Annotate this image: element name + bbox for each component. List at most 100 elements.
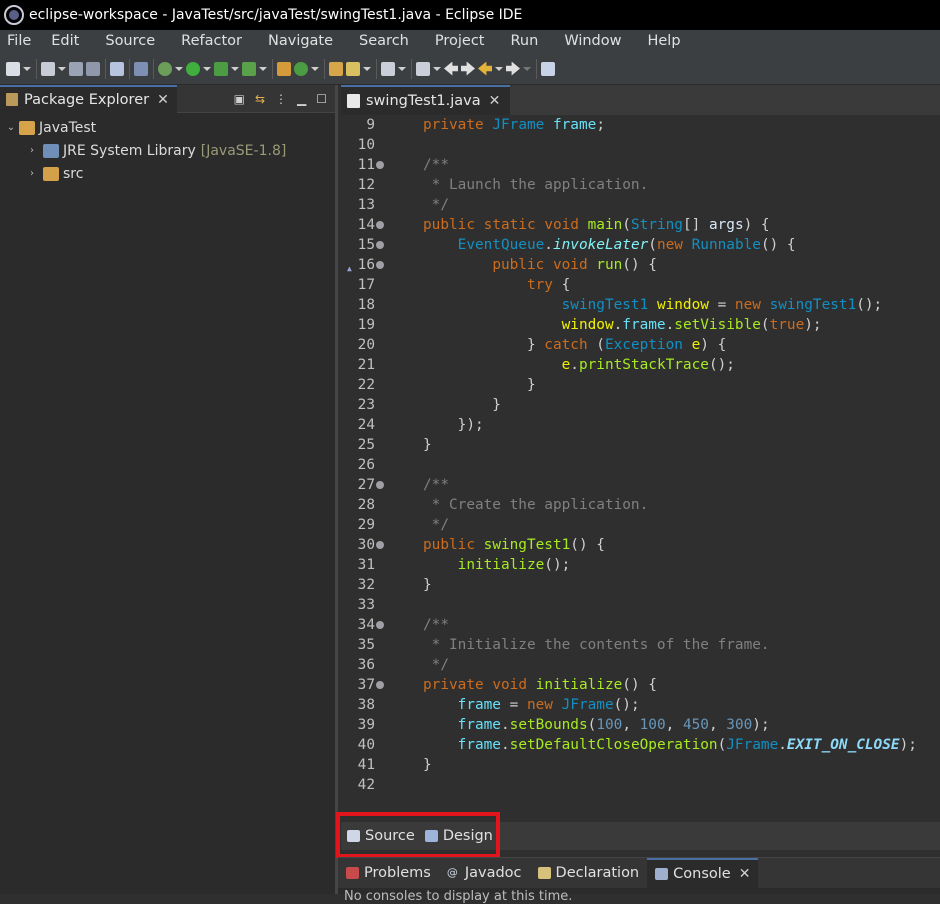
declaration-tab-label: Declaration <box>555 865 640 881</box>
link-with-editor-icon[interactable]: ⇆ <box>255 92 265 106</box>
code-line: 12 * Launch the application. <box>341 175 940 195</box>
minimize-icon[interactable]: ▁ <box>297 92 306 106</box>
fold-toggle-icon[interactable] <box>376 261 384 269</box>
tree-item-jre-library[interactable]: › JRE System Library [JavaSE-1.8] <box>0 139 335 162</box>
menu-run[interactable]: Run <box>503 30 549 53</box>
skip-breakpoints-icon[interactable] <box>134 58 148 80</box>
nav-forward-icon[interactable] <box>506 58 531 80</box>
maximize-icon[interactable]: ☐ <box>316 92 327 106</box>
fold-toggle-icon[interactable] <box>376 481 384 489</box>
package-explorer-tabbar: Package Explorer ✕ ▣ ⇆ ⋮ ▁ ☐ <box>0 84 335 113</box>
close-icon[interactable]: ✕ <box>157 92 169 108</box>
menu-project[interactable]: Project <box>427 30 495 53</box>
source-folder-icon <box>43 166 59 181</box>
menu-file[interactable]: File <box>0 30 41 53</box>
code-line: 36 */ <box>341 655 940 675</box>
console-tab-label: Console <box>673 866 731 882</box>
new-icon[interactable] <box>6 58 31 80</box>
code-line: 16 ▲ public void run() { <box>341 255 940 275</box>
code-line: 35 * Initialize the contents of the fram… <box>341 635 940 655</box>
fold-toggle-icon[interactable] <box>376 621 384 629</box>
line-number: 37 <box>357 677 375 693</box>
next-annotation-icon[interactable] <box>381 58 406 80</box>
editor-tabbar: swingTest1.java ✕ <box>341 85 940 115</box>
line-source: public swingTest1() { <box>423 537 605 553</box>
code-area[interactable]: 9 private JFrame frame; 10 11 /** 12 * Launch… <box>341 115 940 822</box>
code-line: 40 frame.setDefaultCloseOperation(JFrame… <box>341 735 940 755</box>
package-explorer-view: Package Explorer ✕ ▣ ⇆ ⋮ ▁ ☐ ⌄ JavaTest … <box>0 84 338 894</box>
line-source: * Create the application. <box>423 497 649 513</box>
save-all-icon[interactable] <box>86 58 100 80</box>
code-line: 22 } <box>341 375 940 395</box>
open-perspective-icon[interactable] <box>541 58 555 80</box>
menu-navigate[interactable]: Navigate <box>260 30 343 53</box>
line-number: 9 <box>366 117 375 133</box>
fold-toggle-icon[interactable] <box>376 161 384 169</box>
coverage-icon[interactable] <box>214 58 239 80</box>
fold-toggle-icon[interactable] <box>376 541 384 549</box>
code-line: 38 frame = new JFrame(); <box>341 695 940 715</box>
menu-refactor[interactable]: Refactor <box>173 30 252 53</box>
code-line: 39 frame.setBounds(100, 100, 450, 300); <box>341 715 940 735</box>
tree-item-label: src <box>63 165 84 182</box>
line-source: frame.setDefaultCloseOperation(JFrame.EX… <box>457 737 917 753</box>
external-tools-icon[interactable] <box>242 58 267 80</box>
search-icon[interactable] <box>346 58 371 80</box>
line-number: 35 <box>357 637 375 653</box>
menu-window[interactable]: Window <box>556 30 631 53</box>
design-icon <box>424 830 438 842</box>
line-number: 36 <box>357 657 375 673</box>
new-window-icon[interactable] <box>41 58 66 80</box>
fold-toggle-icon[interactable] <box>376 681 384 689</box>
new-class-icon[interactable] <box>294 58 319 80</box>
close-icon[interactable]: ✕ <box>489 93 501 109</box>
code-line: 26 <box>341 455 940 475</box>
line-source: * Launch the application. <box>423 177 649 193</box>
forward-icon[interactable] <box>461 58 475 80</box>
back-icon[interactable] <box>444 58 458 80</box>
fold-toggle-icon[interactable] <box>376 241 384 249</box>
tab-package-explorer[interactable]: Package Explorer ✕ <box>0 84 177 113</box>
menu-search[interactable]: Search <box>351 30 419 53</box>
menu-source[interactable]: Source <box>97 30 165 53</box>
tab-swingtest1-java[interactable]: swingTest1.java ✕ <box>341 85 511 115</box>
fold-toggle-icon[interactable] <box>376 221 384 229</box>
run-icon[interactable] <box>186 58 211 80</box>
last-edit-icon[interactable] <box>416 58 441 80</box>
nav-back-icon[interactable] <box>478 58 503 80</box>
line-number: 17 <box>357 277 375 293</box>
line-number: 33 <box>357 597 375 613</box>
chevron-down-icon[interactable]: ⌄ <box>3 122 19 133</box>
line-source: */ <box>423 197 449 213</box>
tree-item-javatest[interactable]: ⌄ JavaTest <box>0 116 335 139</box>
tab-source[interactable]: Source <box>347 828 415 844</box>
line-number: 25 <box>357 437 375 453</box>
debug-icon[interactable] <box>158 58 183 80</box>
line-source: window.frame.setVisible(true); <box>561 317 822 333</box>
close-icon[interactable]: ✕ <box>739 866 751 882</box>
chevron-right-icon[interactable]: › <box>24 145 40 156</box>
code-line: 28 * Create the application. <box>341 495 940 515</box>
code-line: 37 private void initialize() { <box>341 675 940 695</box>
tab-problems[interactable]: Problems <box>338 858 439 888</box>
tab-console[interactable]: Console ✕ <box>647 858 759 888</box>
source-icon <box>347 830 360 842</box>
tab-declaration[interactable]: Declaration <box>530 858 648 888</box>
tree-item-src[interactable]: › src <box>0 162 335 185</box>
collapse-all-icon[interactable]: ▣ <box>234 92 245 106</box>
menu-edit[interactable]: Edit <box>43 30 89 53</box>
package-explorer-icon <box>6 93 18 106</box>
open-type-icon[interactable] <box>329 58 343 80</box>
line-source: private void initialize() { <box>423 677 657 693</box>
view-menu-icon[interactable]: ⋮ <box>275 92 287 106</box>
open-console-icon[interactable] <box>110 58 124 80</box>
menu-help[interactable]: Help <box>639 30 690 53</box>
tab-javadoc[interactable]: @ Javadoc <box>439 858 530 888</box>
save-icon[interactable] <box>69 58 83 80</box>
chevron-right-icon[interactable]: › <box>24 168 40 179</box>
new-java-project-icon[interactable] <box>277 58 291 80</box>
code-line: 31 initialize(); <box>341 555 940 575</box>
tab-design[interactable]: Design <box>424 828 493 844</box>
line-source: } catch (Exception e) { <box>423 337 727 353</box>
code-line: 42 <box>341 775 940 795</box>
